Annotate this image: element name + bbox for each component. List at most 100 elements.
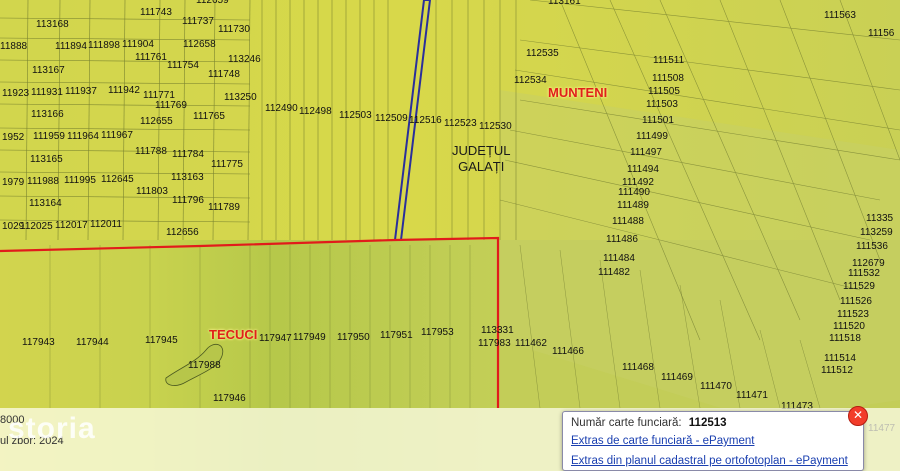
parcel-label[interactable]: 111529 <box>843 282 875 292</box>
parcel-label[interactable]: 111505 <box>648 87 680 97</box>
parcel-label[interactable]: 111486 <box>606 235 638 245</box>
parcel-label[interactable]: 111898 <box>88 41 120 51</box>
parcel-label[interactable]: 111482 <box>598 268 630 278</box>
parcel-label[interactable]: 1979 <box>2 178 24 188</box>
parcel-label[interactable]: 112656 <box>166 228 199 238</box>
parcel-label[interactable]: 111462 <box>515 339 547 349</box>
parcel-label[interactable]: 111489 <box>617 201 649 211</box>
parcel-label[interactable]: 111563 <box>824 11 856 21</box>
parcel-label[interactable]: 113331 <box>481 326 514 336</box>
parcel-label[interactable]: 111536 <box>856 242 888 252</box>
parcel-label[interactable]: 117951 <box>380 331 413 341</box>
parcel-label[interactable]: 112509 <box>375 114 408 124</box>
parcel-label[interactable]: 111511 <box>653 56 684 66</box>
parcel-label[interactable]: 111988 <box>27 177 59 187</box>
parcel-label[interactable]: 112011 <box>90 220 122 230</box>
parcel-label[interactable]: 111796 <box>172 196 204 206</box>
parcel-label[interactable]: 111499 <box>636 132 668 142</box>
parcel-label[interactable]: 113259 <box>860 228 893 238</box>
parcel-label[interactable]: 117945 <box>145 336 178 346</box>
parcel-label[interactable]: 111532 <box>848 269 880 279</box>
parcel-label[interactable]: 112490 <box>265 104 298 114</box>
parcel-label[interactable]: 111761 <box>135 53 167 63</box>
parcel-label[interactable]: 111526 <box>840 297 872 307</box>
parcel-label[interactable]: 112645 <box>101 175 134 185</box>
parcel-label[interactable]: 111789 <box>208 203 240 213</box>
parcel-label[interactable]: 117949 <box>293 333 326 343</box>
parcel-label[interactable]: 113167 <box>32 66 65 76</box>
parcel-label[interactable]: 11923 <box>2 89 29 99</box>
parcel-label[interactable]: 111488 <box>612 217 644 227</box>
parcel-label[interactable]: 111494 <box>627 165 659 175</box>
parcel-label[interactable]: 117946 <box>213 394 246 404</box>
extras-plan-cadastral-link[interactable]: Extras din planul cadastral pe ortofotop… <box>571 455 848 467</box>
parcel-label[interactable]: 111497 <box>630 148 662 158</box>
parcel-label[interactable]: 111518 <box>829 334 861 344</box>
parcel-label[interactable]: 117950 <box>337 333 370 343</box>
parcel-label[interactable]: 111512 <box>821 366 853 376</box>
parcel-label[interactable]: 112534 <box>514 76 547 86</box>
parcel-label[interactable]: 113166 <box>31 110 64 120</box>
parcel-label[interactable]: 113168 <box>36 20 69 30</box>
parcel-label[interactable]: 112498 <box>299 107 332 117</box>
parcel-label[interactable]: 112523 <box>444 119 477 129</box>
parcel-label[interactable]: 111514 <box>824 354 856 364</box>
parcel-label[interactable]: 111471 <box>736 391 768 401</box>
parcel-label[interactable]: 111959 <box>33 132 65 142</box>
parcel-label[interactable]: 112530 <box>479 122 512 132</box>
parcel-label[interactable]: 111523 <box>837 310 869 320</box>
parcel-label[interactable]: 111468 <box>622 363 654 373</box>
parcel-label[interactable]: 111904 <box>122 40 154 50</box>
parcel-label[interactable]: 117947 <box>259 334 292 344</box>
parcel-label[interactable]: 112025 <box>20 222 53 232</box>
parcel-label[interactable]: 117953 <box>421 328 454 338</box>
parcel-label[interactable]: 111730 <box>218 25 250 35</box>
parcel-label[interactable]: 113163 <box>171 173 204 183</box>
parcel-label[interactable]: 117988 <box>188 361 221 371</box>
parcel-label[interactable]: 113165 <box>30 155 63 165</box>
parcel-label[interactable]: 111942 <box>108 86 140 96</box>
extras-carte-funciara-link[interactable]: Extras de carte funciară - ePayment <box>571 435 754 447</box>
parcel-label[interactable]: 112658 <box>183 40 216 50</box>
parcel-label[interactable]: 111503 <box>646 100 678 110</box>
parcel-label[interactable]: 11156 <box>868 29 894 39</box>
parcel-label[interactable]: 111931 <box>31 88 63 98</box>
parcel-label[interactable]: 111737 <box>182 17 214 27</box>
parcel-label[interactable]: 111748 <box>208 70 240 80</box>
parcel-label[interactable]: 111937 <box>65 87 97 97</box>
parcel-label[interactable]: 112017 <box>55 221 88 231</box>
parcel-label[interactable]: 111743 <box>140 8 172 18</box>
parcel-label[interactable]: 117983 <box>478 339 511 349</box>
cadastral-map[interactable]: 113168 111743 111737 112659 111730 11316… <box>0 0 900 471</box>
parcel-label[interactable]: 112516 <box>409 116 442 126</box>
parcel-label[interactable]: 112535 <box>526 49 559 59</box>
parcel-label[interactable]: 113164 <box>29 199 62 209</box>
parcel-label[interactable]: 111784 <box>172 150 204 160</box>
parcel-label[interactable]: 113250 <box>224 93 257 103</box>
parcel-label[interactable]: 111520 <box>833 322 865 332</box>
parcel-label[interactable]: 112655 <box>140 117 173 127</box>
parcel-label[interactable]: 117944 <box>76 338 109 348</box>
parcel-label[interactable]: 111788 <box>135 147 167 157</box>
parcel-label[interactable]: 111490 <box>618 188 650 198</box>
parcel-label[interactable]: 111964 <box>67 132 99 142</box>
parcel-label[interactable]: 111466 <box>552 347 584 357</box>
parcel-label[interactable]: 113246 <box>228 55 261 65</box>
parcel-label[interactable]: 111470 <box>700 382 732 392</box>
parcel-label[interactable]: 111484 <box>603 254 635 264</box>
parcel-label[interactable]: 111469 <box>661 373 693 383</box>
parcel-label[interactable]: 111765 <box>193 112 225 122</box>
parcel-label[interactable]: 111894 <box>55 42 87 52</box>
parcel-label[interactable]: 111803 <box>136 187 168 197</box>
parcel-label[interactable]: 112503 <box>339 111 372 121</box>
parcel-label[interactable]: 1952 <box>2 133 24 143</box>
parcel-label[interactable]: 111967 <box>101 131 133 141</box>
parcel-label[interactable]: 111995 <box>64 176 96 186</box>
parcel-label[interactable]: 11888 <box>0 42 27 52</box>
close-icon[interactable]: ✕ <box>848 406 868 426</box>
parcel-label[interactable]: 112659 <box>196 0 229 6</box>
parcel-label[interactable]: 111508 <box>652 74 684 84</box>
parcel-label[interactable]: 113161 <box>548 0 581 7</box>
parcel-label[interactable]: 111501 <box>642 116 674 126</box>
parcel-label[interactable]: 111754 <box>167 61 199 71</box>
